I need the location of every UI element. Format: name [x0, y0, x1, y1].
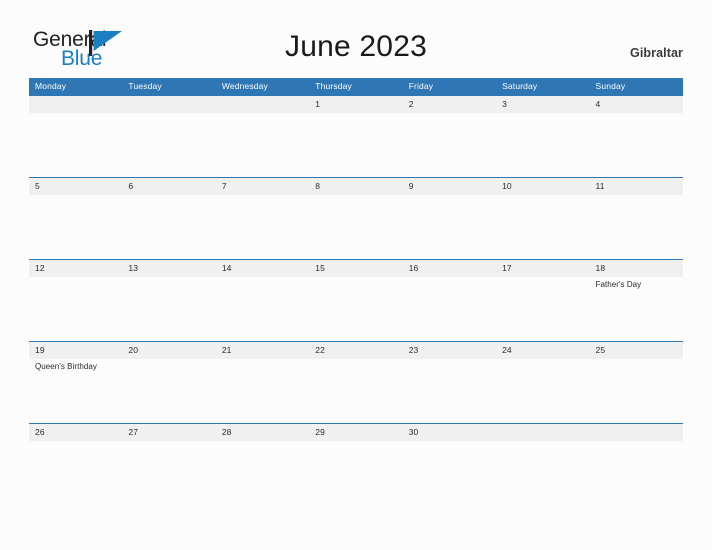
day-number	[128, 96, 215, 113]
day-cell[interactable]: 7	[216, 178, 309, 259]
day-number: 30	[408, 427, 419, 437]
day-cell[interactable]: 6	[122, 178, 215, 259]
dow-wednesday: Wednesday	[221, 81, 268, 91]
day-cell[interactable]: 12	[29, 260, 122, 341]
day-cell[interactable]: 8	[309, 178, 402, 259]
day-cell[interactable]: 20	[122, 342, 215, 423]
dow-tuesday: Tuesday	[128, 81, 162, 91]
dow-monday: Monday	[35, 81, 67, 91]
day-cell[interactable]: 3	[496, 96, 589, 177]
day-cell[interactable]: 14	[216, 260, 309, 341]
day-cell[interactable]: 21	[216, 342, 309, 423]
dow-friday: Friday	[408, 81, 434, 91]
day-number: 24	[502, 345, 512, 355]
day-number: 28	[221, 427, 232, 437]
day-cell[interactable]: 23	[403, 342, 496, 423]
page-header: General Blue June 2023 Gibraltar	[0, 0, 712, 70]
day-number: 22	[315, 345, 325, 355]
day-cell[interactable]: 16	[403, 260, 496, 341]
day-cell[interactable]: 19 Queen's Birthday	[29, 342, 122, 423]
day-number: 9	[408, 181, 414, 191]
day-cell[interactable]	[122, 96, 215, 177]
day-number: 10	[502, 181, 512, 191]
day-number	[502, 424, 589, 441]
day-cell[interactable]: 4	[590, 96, 683, 177]
day-number: 2	[408, 99, 414, 109]
region-label: Gibraltar	[630, 46, 683, 60]
day-number: 14	[221, 263, 232, 273]
day-number: 13	[128, 263, 139, 273]
calendar-week-row: 19 Queen's Birthday 20 21 22 23 24 25	[29, 341, 683, 423]
day-cell[interactable]: 25	[590, 342, 683, 423]
day-number: 4	[595, 99, 601, 109]
day-event: Father's Day	[595, 280, 642, 289]
day-number: 12	[35, 263, 45, 273]
day-cell[interactable]	[216, 96, 309, 177]
day-event: Queen's Birthday	[35, 362, 97, 371]
day-number: 6	[128, 181, 134, 191]
day-cell[interactable]: 11	[590, 178, 683, 259]
day-number	[596, 424, 683, 441]
day-cell[interactable]: 28	[216, 424, 309, 505]
day-cell[interactable]: 17	[496, 260, 589, 341]
day-cell[interactable]	[29, 96, 122, 177]
dow-thursday: Thursday	[315, 81, 352, 91]
day-cell[interactable]: 1	[309, 96, 402, 177]
day-cell[interactable]: 22	[309, 342, 402, 423]
day-number: 18	[595, 263, 606, 273]
day-number: 17	[502, 263, 512, 273]
day-number: 23	[408, 345, 419, 355]
day-cell[interactable]: 9	[403, 178, 496, 259]
day-of-week-header: Monday Tuesday Wednesday Thursday Friday…	[29, 78, 683, 95]
day-cell[interactable]: 10	[496, 178, 589, 259]
day-number	[35, 96, 122, 113]
calendar-week-row: 12 13 14 15 16 17 18 Father's Day	[29, 259, 683, 341]
day-cell[interactable]: 24	[496, 342, 589, 423]
day-cell[interactable]: 5	[29, 178, 122, 259]
day-cell[interactable]	[590, 424, 683, 505]
day-number: 5	[35, 181, 40, 191]
day-number: 15	[315, 263, 325, 273]
day-number: 26	[35, 427, 45, 437]
calendar-week-row: 1 2 3 4	[29, 95, 683, 177]
day-number: 25	[595, 345, 606, 355]
day-cell[interactable]: 29	[309, 424, 402, 505]
day-number: 8	[315, 181, 321, 191]
day-number: 19	[35, 345, 45, 355]
day-number: 21	[221, 345, 232, 355]
dow-sunday: Sunday	[595, 81, 626, 91]
day-cell[interactable]: 18 Father's Day	[590, 260, 683, 341]
calendar-week-row: 5 6 7 8 9 10 11	[29, 177, 683, 259]
day-number: 1	[315, 99, 321, 109]
day-number: 27	[128, 427, 139, 437]
day-cell[interactable]	[496, 424, 589, 505]
day-cell[interactable]: 2	[403, 96, 496, 177]
day-number	[222, 96, 309, 113]
day-number: 3	[502, 99, 507, 109]
day-number: 11	[595, 181, 605, 191]
day-cell[interactable]: 15	[309, 260, 402, 341]
dow-saturday: Saturday	[502, 81, 538, 91]
day-cell[interactable]: 30	[403, 424, 496, 505]
calendar-grid: Monday Tuesday Wednesday Thursday Friday…	[29, 78, 683, 505]
day-number: 20	[128, 345, 139, 355]
day-number: 29	[315, 427, 325, 437]
calendar-week-row: 26 27 28 29 30	[29, 423, 683, 505]
day-cell[interactable]: 27	[122, 424, 215, 505]
page-title: June 2023	[285, 30, 427, 63]
day-cell[interactable]: 26	[29, 424, 122, 505]
day-number: 16	[408, 263, 419, 273]
day-number: 7	[221, 181, 227, 191]
day-cell[interactable]: 13	[122, 260, 215, 341]
